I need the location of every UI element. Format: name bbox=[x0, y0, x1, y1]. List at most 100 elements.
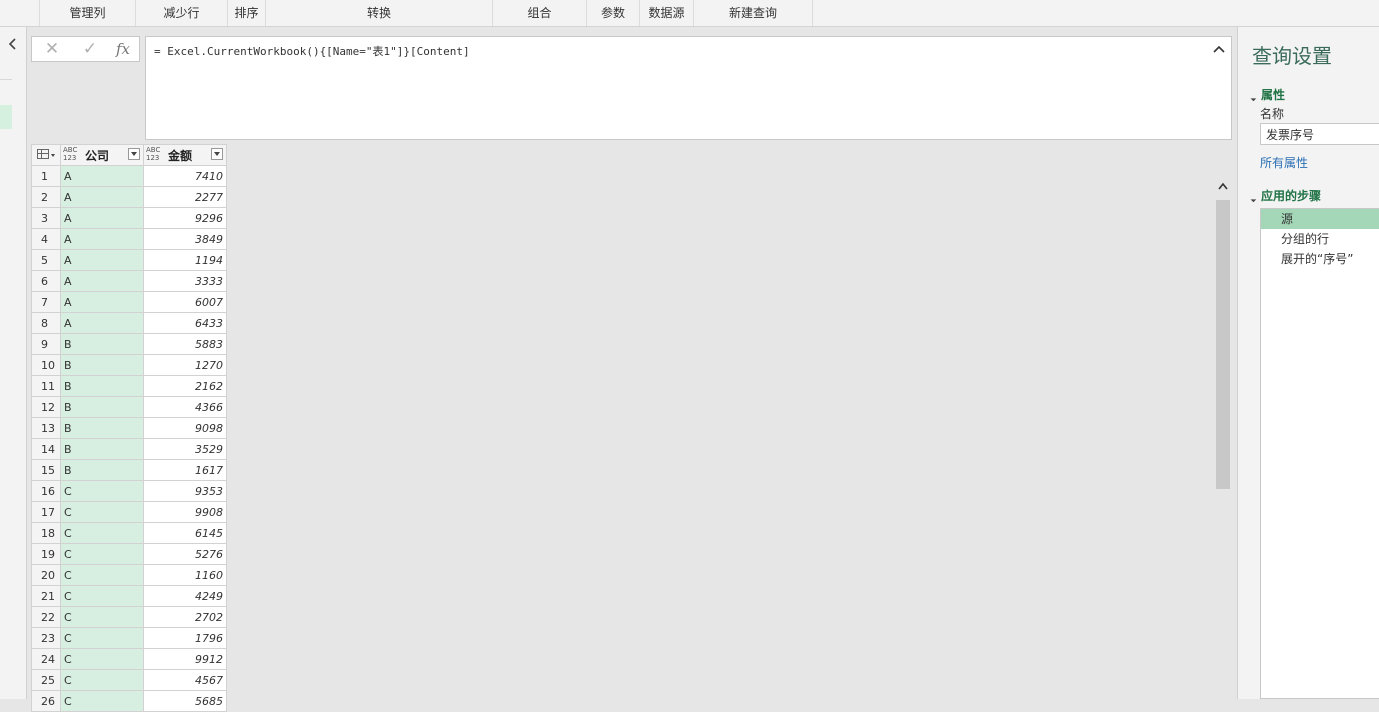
formula-bar[interactable]: = Excel.CurrentWorkbook(){[Name="表1"]}[C… bbox=[145, 36, 1232, 140]
cell-amount[interactable]: 3333 bbox=[143, 270, 227, 292]
cell-amount[interactable]: 2702 bbox=[143, 606, 227, 628]
row-number[interactable]: 20 bbox=[31, 564, 61, 586]
cell-company[interactable]: C bbox=[60, 543, 144, 565]
ribbon-group-parameters[interactable]: 参数 bbox=[587, 0, 640, 26]
cell-amount[interactable]: 5685 bbox=[143, 690, 227, 712]
row-number[interactable]: 23 bbox=[31, 627, 61, 649]
cell-amount[interactable]: 3529 bbox=[143, 438, 227, 460]
cell-company[interactable]: B bbox=[60, 417, 144, 439]
type-any-icon[interactable]: ABC 123 bbox=[146, 146, 164, 162]
scroll-up-icon[interactable] bbox=[1218, 182, 1228, 190]
cell-amount[interactable]: 9098 bbox=[143, 417, 227, 439]
cell-company[interactable]: A bbox=[60, 270, 144, 292]
cell-amount[interactable]: 5883 bbox=[143, 333, 227, 355]
close-icon[interactable]: ✕ bbox=[41, 39, 63, 59]
cell-company[interactable]: B bbox=[60, 459, 144, 481]
cell-amount[interactable]: 1270 bbox=[143, 354, 227, 376]
scrollbar-thumb[interactable] bbox=[1216, 200, 1230, 489]
row-number[interactable]: 12 bbox=[31, 396, 61, 418]
cell-company[interactable]: C bbox=[60, 690, 144, 712]
cell-company[interactable]: C bbox=[60, 627, 144, 649]
applied-steps-header[interactable]: 应用的步骤 bbox=[1247, 187, 1321, 204]
ribbon-group-new-query[interactable]: 新建查询 bbox=[694, 0, 813, 26]
row-number[interactable]: 22 bbox=[31, 606, 61, 628]
cell-amount[interactable]: 1617 bbox=[143, 459, 227, 481]
cell-amount[interactable]: 4366 bbox=[143, 396, 227, 418]
cell-company[interactable]: B bbox=[60, 333, 144, 355]
collapse-triangle-icon[interactable] bbox=[1247, 92, 1257, 102]
cell-company[interactable]: A bbox=[60, 312, 144, 334]
row-number[interactable]: 1 bbox=[31, 165, 61, 187]
row-number[interactable]: 6 bbox=[31, 270, 61, 292]
cell-amount[interactable]: 4249 bbox=[143, 585, 227, 607]
cell-company[interactable]: C bbox=[60, 669, 144, 691]
row-number[interactable]: 3 bbox=[31, 207, 61, 229]
row-number[interactable]: 17 bbox=[31, 501, 61, 523]
chevron-left-icon[interactable] bbox=[5, 36, 21, 52]
cell-company[interactable]: C bbox=[60, 606, 144, 628]
applied-step-item[interactable]: 分组的行 bbox=[1261, 229, 1379, 249]
column-header-company[interactable]: ABC 123 公司 bbox=[60, 144, 144, 166]
cell-amount[interactable]: 9912 bbox=[143, 648, 227, 670]
ribbon-group-combine[interactable]: 组合 bbox=[493, 0, 587, 26]
cell-amount[interactable]: 1796 bbox=[143, 627, 227, 649]
row-number[interactable]: 14 bbox=[31, 438, 61, 460]
fx-icon[interactable]: fx bbox=[112, 39, 134, 59]
row-number[interactable]: 26 bbox=[31, 690, 61, 712]
vertical-scrollbar[interactable] bbox=[1214, 166, 1232, 699]
row-number[interactable]: 11 bbox=[31, 375, 61, 397]
row-number[interactable]: 8 bbox=[31, 312, 61, 334]
formula-text[interactable]: = Excel.CurrentWorkbook(){[Name="表1"]}[C… bbox=[154, 43, 470, 59]
row-number[interactable]: 5 bbox=[31, 249, 61, 271]
row-number[interactable]: 4 bbox=[31, 228, 61, 250]
cell-amount[interactable]: 1194 bbox=[143, 249, 227, 271]
cell-company[interactable]: C bbox=[60, 564, 144, 586]
row-number[interactable]: 2 bbox=[31, 186, 61, 208]
cell-company[interactable]: C bbox=[60, 585, 144, 607]
collapse-triangle-icon[interactable] bbox=[1247, 193, 1257, 203]
row-number[interactable]: 18 bbox=[31, 522, 61, 544]
all-properties-link[interactable]: 所有属性 bbox=[1260, 154, 1308, 171]
type-any-icon[interactable]: ABC 123 bbox=[63, 146, 81, 162]
cell-company[interactable]: A bbox=[60, 228, 144, 250]
row-number[interactable]: 10 bbox=[31, 354, 61, 376]
row-number[interactable]: 15 bbox=[31, 459, 61, 481]
cell-company[interactable]: B bbox=[60, 354, 144, 376]
ribbon-group-transform[interactable]: 转换 bbox=[266, 0, 493, 26]
filter-dropdown-icon[interactable] bbox=[211, 148, 223, 160]
cell-amount[interactable]: 9353 bbox=[143, 480, 227, 502]
ribbon-group-sort[interactable]: 排序 bbox=[228, 0, 266, 26]
filter-dropdown-icon[interactable] bbox=[128, 148, 140, 160]
selected-query-marker[interactable] bbox=[0, 105, 12, 129]
row-number[interactable]: 9 bbox=[31, 333, 61, 355]
properties-header[interactable]: 属性 bbox=[1247, 86, 1285, 103]
cell-amount[interactable]: 1160 bbox=[143, 564, 227, 586]
row-number[interactable]: 24 bbox=[31, 648, 61, 670]
query-name-input[interactable] bbox=[1260, 123, 1379, 145]
cell-amount[interactable]: 6433 bbox=[143, 312, 227, 334]
cell-amount[interactable]: 3849 bbox=[143, 228, 227, 250]
cell-company[interactable]: B bbox=[60, 396, 144, 418]
cell-amount[interactable]: 6007 bbox=[143, 291, 227, 313]
cell-amount[interactable]: 9296 bbox=[143, 207, 227, 229]
cell-company[interactable]: C bbox=[60, 522, 144, 544]
cell-amount[interactable]: 4567 bbox=[143, 669, 227, 691]
cell-company[interactable]: B bbox=[60, 375, 144, 397]
cell-amount[interactable]: 5276 bbox=[143, 543, 227, 565]
cell-company[interactable]: C bbox=[60, 480, 144, 502]
cell-amount[interactable]: 7410 bbox=[143, 165, 227, 187]
cell-company[interactable]: A bbox=[60, 207, 144, 229]
applied-step-item[interactable]: 展开的“序号” bbox=[1261, 249, 1379, 269]
cell-company[interactable]: C bbox=[60, 648, 144, 670]
row-number[interactable]: 16 bbox=[31, 480, 61, 502]
table-menu-button[interactable] bbox=[31, 144, 61, 166]
ribbon-group-data-sources[interactable]: 数据源 bbox=[640, 0, 694, 26]
applied-step-item[interactable]: 源 bbox=[1261, 209, 1379, 229]
row-number[interactable]: 25 bbox=[31, 669, 61, 691]
ribbon-group-manage-columns[interactable]: 管理列 bbox=[40, 0, 136, 26]
row-number[interactable]: 19 bbox=[31, 543, 61, 565]
ribbon-group-reduce-rows[interactable]: 减少行 bbox=[136, 0, 228, 26]
cell-company[interactable]: A bbox=[60, 165, 144, 187]
cell-amount[interactable]: 2277 bbox=[143, 186, 227, 208]
cell-amount[interactable]: 9908 bbox=[143, 501, 227, 523]
